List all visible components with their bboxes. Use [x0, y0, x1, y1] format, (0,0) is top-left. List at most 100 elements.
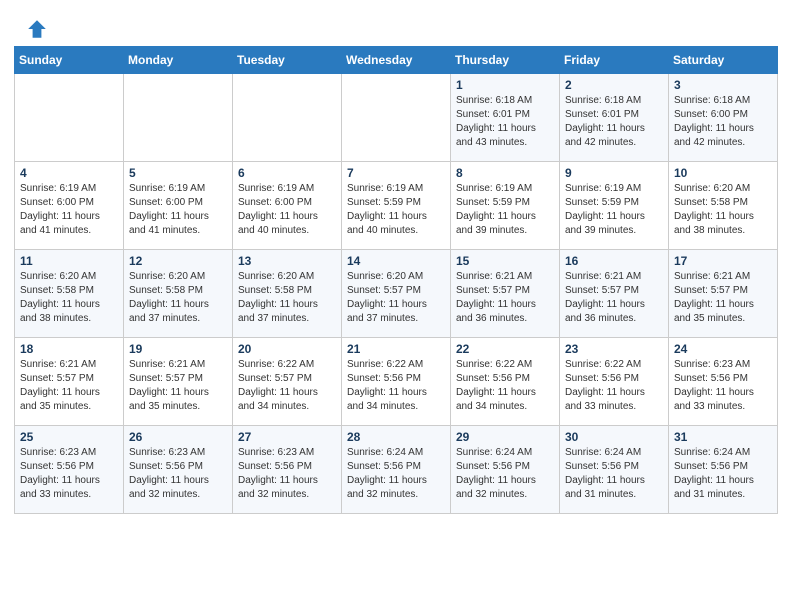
day-info: Sunrise: 6:23 AM Sunset: 5:56 PM Dayligh… [674, 358, 772, 414]
day-info: Sunrise: 6:19 AM Sunset: 6:00 PM Dayligh… [238, 182, 336, 238]
day-info: Sunrise: 6:19 AM Sunset: 6:00 PM Dayligh… [20, 182, 118, 238]
day-info: Sunrise: 6:18 AM Sunset: 6:00 PM Dayligh… [674, 94, 772, 150]
day-info: Sunrise: 6:24 AM Sunset: 5:56 PM Dayligh… [565, 446, 663, 502]
day-number: 10 [674, 166, 772, 180]
day-cell: 16 Sunrise: 6:21 AM Sunset: 5:57 PM Dayli… [560, 250, 669, 338]
day-cell: 8Sunrise: 6:19 AM Sunset: 5:59 PM Daylig… [451, 162, 560, 250]
day-number: 16 [565, 254, 663, 268]
day-info: Sunrise: 6:21 AM Sunset: 5:57 PM Dayligh… [674, 270, 772, 326]
day-cell: 12 Sunrise: 6:20 AM Sunset: 5:58 PM Dayli… [124, 250, 233, 338]
col-header-sunday: Sunday [15, 47, 124, 74]
day-cell: 25Sunrise: 6:23 AM Sunset: 5:56 PM Dayli… [15, 426, 124, 514]
day-number: 12 [129, 254, 227, 268]
day-cell: 24 Sunrise: 6:23 AM Sunset: 5:56 PM Dayli… [669, 338, 778, 426]
col-header-wednesday: Wednesday [342, 47, 451, 74]
day-number: 30 [565, 430, 663, 444]
day-info: Sunrise: 6:23 AM Sunset: 5:56 PM Dayligh… [20, 446, 118, 502]
day-info: Sunrise: 6:21 AM Sunset: 5:57 PM Dayligh… [456, 270, 554, 326]
page-header [0, 0, 792, 46]
week-row-5: 25Sunrise: 6:23 AM Sunset: 5:56 PM Dayli… [15, 426, 778, 514]
day-info: Sunrise: 6:18 AM Sunset: 6:01 PM Dayligh… [565, 94, 663, 150]
day-number: 24 [674, 342, 772, 356]
day-cell: 6Sunrise: 6:19 AM Sunset: 6:00 PM Daylig… [233, 162, 342, 250]
day-number: 3 [674, 78, 772, 92]
day-info: Sunrise: 6:19 AM Sunset: 5:59 PM Dayligh… [347, 182, 445, 238]
day-number: 17 [674, 254, 772, 268]
day-number: 18 [20, 342, 118, 356]
day-info: Sunrise: 6:20 AM Sunset: 5:58 PM Dayligh… [674, 182, 772, 238]
day-info: Sunrise: 6:18 AM Sunset: 6:01 PM Dayligh… [456, 94, 554, 150]
week-row-1: 1 Sunrise: 6:18 AM Sunset: 6:01 PM Daylig… [15, 74, 778, 162]
day-cell: 18 Sunrise: 6:21 AM Sunset: 5:57 PM Dayli… [15, 338, 124, 426]
day-cell: 4 Sunrise: 6:19 AM Sunset: 6:00 PM Daylig… [15, 162, 124, 250]
week-row-3: 11 Sunrise: 6:20 AM Sunset: 5:58 PM Dayli… [15, 250, 778, 338]
calendar-container: SundayMondayTuesdayWednesdayThursdayFrid… [0, 46, 792, 528]
day-cell: 7 Sunrise: 6:19 AM Sunset: 5:59 PM Daylig… [342, 162, 451, 250]
week-row-2: 4 Sunrise: 6:19 AM Sunset: 6:00 PM Daylig… [15, 162, 778, 250]
col-header-monday: Monday [124, 47, 233, 74]
day-cell [15, 74, 124, 162]
day-number: 11 [20, 254, 118, 268]
day-cell: 10 Sunrise: 6:20 AM Sunset: 5:58 PM Dayli… [669, 162, 778, 250]
col-header-saturday: Saturday [669, 47, 778, 74]
day-number: 15 [456, 254, 554, 268]
day-cell: 21 Sunrise: 6:22 AM Sunset: 5:56 PM Dayli… [342, 338, 451, 426]
day-number: 13 [238, 254, 336, 268]
day-number: 5 [129, 166, 227, 180]
col-header-tuesday: Tuesday [233, 47, 342, 74]
day-info: Sunrise: 6:20 AM Sunset: 5:58 PM Dayligh… [20, 270, 118, 326]
col-header-friday: Friday [560, 47, 669, 74]
day-info: Sunrise: 6:24 AM Sunset: 5:56 PM Dayligh… [456, 446, 554, 502]
day-info: Sunrise: 6:22 AM Sunset: 5:56 PM Dayligh… [347, 358, 445, 414]
day-info: Sunrise: 6:19 AM Sunset: 5:59 PM Dayligh… [565, 182, 663, 238]
day-number: 9 [565, 166, 663, 180]
day-info: Sunrise: 6:19 AM Sunset: 6:00 PM Dayligh… [129, 182, 227, 238]
day-cell: 17 Sunrise: 6:21 AM Sunset: 5:57 PM Dayli… [669, 250, 778, 338]
header-row: SundayMondayTuesdayWednesdayThursdayFrid… [15, 47, 778, 74]
day-cell: 5 Sunrise: 6:19 AM Sunset: 6:00 PM Daylig… [124, 162, 233, 250]
day-cell: 19Sunrise: 6:21 AM Sunset: 5:57 PM Dayli… [124, 338, 233, 426]
day-number: 29 [456, 430, 554, 444]
week-row-4: 18 Sunrise: 6:21 AM Sunset: 5:57 PM Dayli… [15, 338, 778, 426]
day-cell [342, 74, 451, 162]
day-number: 22 [456, 342, 554, 356]
logo [24, 18, 48, 40]
day-cell: 11 Sunrise: 6:20 AM Sunset: 5:58 PM Dayli… [15, 250, 124, 338]
day-info: Sunrise: 6:21 AM Sunset: 5:57 PM Dayligh… [129, 358, 227, 414]
day-cell: 31Sunrise: 6:24 AM Sunset: 5:56 PM Dayli… [669, 426, 778, 514]
day-cell: 28 Sunrise: 6:24 AM Sunset: 5:56 PM Dayli… [342, 426, 451, 514]
day-info: Sunrise: 6:22 AM Sunset: 5:56 PM Dayligh… [456, 358, 554, 414]
day-number: 23 [565, 342, 663, 356]
day-number: 2 [565, 78, 663, 92]
logo-icon [26, 18, 48, 40]
day-info: Sunrise: 6:23 AM Sunset: 5:56 PM Dayligh… [238, 446, 336, 502]
day-number: 21 [347, 342, 445, 356]
day-cell: 13 Sunrise: 6:20 AM Sunset: 5:58 PM Dayli… [233, 250, 342, 338]
day-info: Sunrise: 6:24 AM Sunset: 5:56 PM Dayligh… [347, 446, 445, 502]
day-cell: 3 Sunrise: 6:18 AM Sunset: 6:00 PM Daylig… [669, 74, 778, 162]
day-number: 7 [347, 166, 445, 180]
day-cell [124, 74, 233, 162]
day-number: 1 [456, 78, 554, 92]
day-cell [233, 74, 342, 162]
day-info: Sunrise: 6:20 AM Sunset: 5:57 PM Dayligh… [347, 270, 445, 326]
day-info: Sunrise: 6:20 AM Sunset: 5:58 PM Dayligh… [129, 270, 227, 326]
day-number: 4 [20, 166, 118, 180]
day-info: Sunrise: 6:21 AM Sunset: 5:57 PM Dayligh… [20, 358, 118, 414]
calendar-table: SundayMondayTuesdayWednesdayThursdayFrid… [14, 46, 778, 514]
day-info: Sunrise: 6:20 AM Sunset: 5:58 PM Dayligh… [238, 270, 336, 326]
day-info: Sunrise: 6:22 AM Sunset: 5:57 PM Dayligh… [238, 358, 336, 414]
day-number: 28 [347, 430, 445, 444]
day-number: 20 [238, 342, 336, 356]
day-cell: 23Sunrise: 6:22 AM Sunset: 5:56 PM Dayli… [560, 338, 669, 426]
day-cell: 1 Sunrise: 6:18 AM Sunset: 6:01 PM Daylig… [451, 74, 560, 162]
day-info: Sunrise: 6:23 AM Sunset: 5:56 PM Dayligh… [129, 446, 227, 502]
day-number: 14 [347, 254, 445, 268]
day-info: Sunrise: 6:21 AM Sunset: 5:57 PM Dayligh… [565, 270, 663, 326]
day-cell: 14 Sunrise: 6:20 AM Sunset: 5:57 PM Dayli… [342, 250, 451, 338]
day-cell: 27Sunrise: 6:23 AM Sunset: 5:56 PM Dayli… [233, 426, 342, 514]
day-number: 26 [129, 430, 227, 444]
day-cell: 15 Sunrise: 6:21 AM Sunset: 5:57 PM Dayli… [451, 250, 560, 338]
col-header-thursday: Thursday [451, 47, 560, 74]
day-info: Sunrise: 6:19 AM Sunset: 5:59 PM Dayligh… [456, 182, 554, 238]
